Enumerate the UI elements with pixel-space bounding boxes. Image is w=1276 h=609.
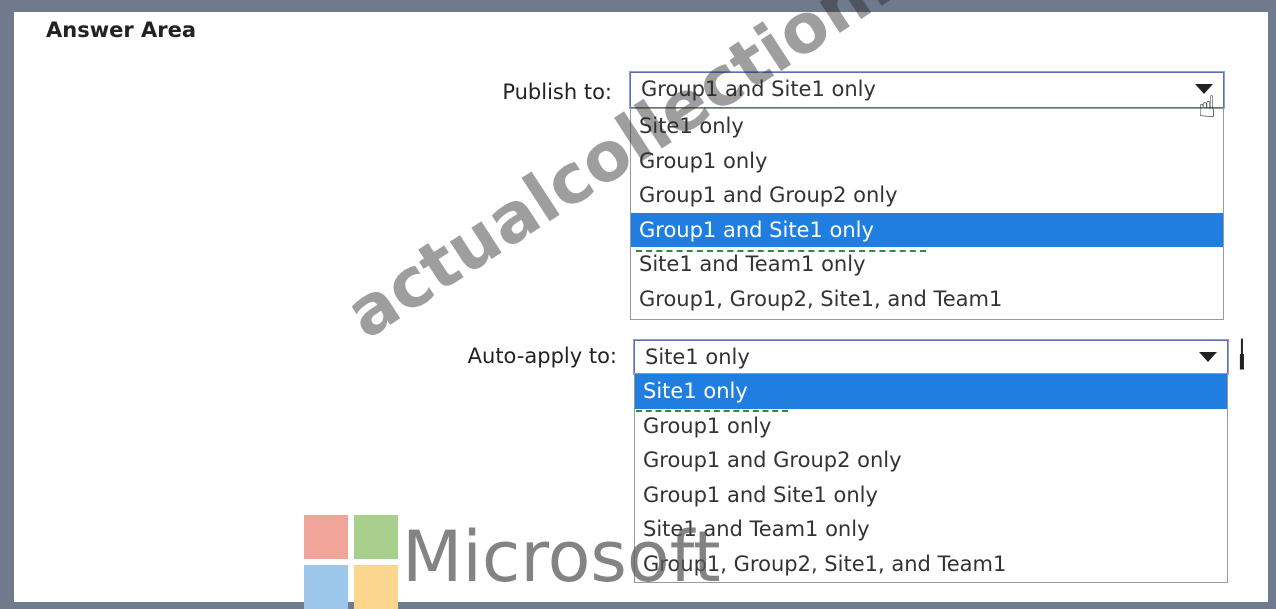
answer-highlight-mark	[636, 250, 926, 252]
publish-option[interactable]: Group1 only	[631, 144, 1223, 179]
publish-option[interactable]: Group1, Group2, Site1, and Team1	[631, 282, 1223, 317]
publish-to-label: Publish to:	[502, 80, 612, 104]
autoapply-option[interactable]: Group1 and Group2 only	[635, 443, 1227, 478]
auto-apply-to-dropdown[interactable]: Site1 only	[634, 340, 1228, 374]
publish-option[interactable]: Site1 only	[631, 109, 1223, 144]
auto-apply-to-options-list: Site1 only Group1 only Group1 and Group2 o…	[634, 373, 1228, 583]
publish-option[interactable]: Group1 and Group2 only	[631, 178, 1223, 213]
autoapply-option[interactable]: Site1 only	[635, 374, 1227, 409]
microsoft-logo-icon	[304, 515, 398, 609]
publish-to-dropdown[interactable]: Group1 and Site1 only	[630, 72, 1224, 108]
publish-option[interactable]: Site1 and Team1 only	[631, 247, 1223, 282]
autoapply-option[interactable]: Group1, Group2, Site1, and Team1	[635, 547, 1227, 582]
publish-to-value: Group1 and Site1 only	[641, 77, 876, 101]
autoapply-option[interactable]: Site1 and Team1 only	[635, 512, 1227, 547]
microsoft-logo-text: Microsoft	[402, 516, 721, 598]
answer-area-panel: Answer Area Publish to: Group1 and Site1…	[14, 0, 1268, 609]
publish-option[interactable]: Group1 and Site1 only	[631, 212, 1223, 248]
autoapply-option[interactable]: Group1 only	[635, 409, 1227, 444]
publish-to-options-list: Site1 only Group1 only Group1 and Group2 o…	[630, 108, 1224, 320]
pointer-cursor-icon: ╽	[1234, 340, 1250, 370]
autoapply-option[interactable]: Group1 and Site1 only	[635, 478, 1227, 513]
auto-apply-to-label: Auto-apply to:	[467, 344, 617, 368]
answer-highlight-mark	[636, 410, 788, 412]
chevron-down-icon[interactable]	[1199, 352, 1217, 362]
page-title: Answer Area	[46, 18, 197, 42]
hand-cursor-icon: ☝	[1198, 90, 1217, 125]
auto-apply-to-value: Site1 only	[645, 345, 750, 369]
